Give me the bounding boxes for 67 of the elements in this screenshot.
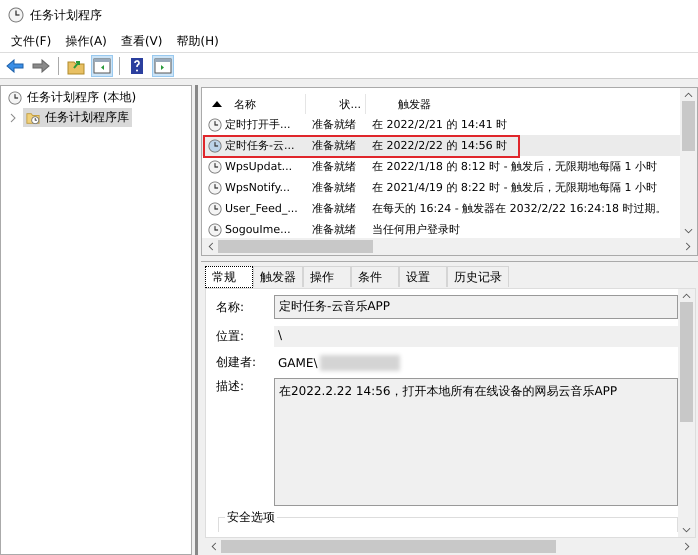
table-cell-text: 在 2022/2/21 的 14:41 时: [371, 117, 508, 132]
tab[interactable]: 条件: [351, 266, 399, 287]
task-name[interactable]: SogouIme...: [225, 223, 291, 236]
clock-icon: [208, 222, 222, 236]
scroll-left-icon[interactable]: [208, 242, 214, 251]
pane-toggle-icon[interactable]: [152, 54, 174, 76]
table-cell-text: 准备就绪: [311, 117, 357, 132]
task-name[interactable]: User_Feed_...: [225, 202, 298, 215]
tab[interactable]: 触发器: [253, 266, 303, 287]
column-header[interactable]: 状...: [306, 94, 366, 114]
field-label: 位置:: [216, 328, 246, 345]
table-cell-text: 准备就绪: [311, 222, 357, 237]
scroll-right-icon[interactable]: [685, 242, 691, 251]
tree-item[interactable]: 任务计划程序库: [23, 108, 132, 127]
scroll-right-icon[interactable]: [684, 542, 690, 551]
task-name[interactable]: WpsNotify...: [225, 181, 290, 194]
author-value: GAME\: [277, 356, 318, 370]
tree-item[interactable]: 任务计划程序 (本地): [5, 88, 187, 107]
scroll-up-icon[interactable]: [684, 92, 693, 98]
tab[interactable]: 常规: [205, 266, 253, 288]
task-name[interactable]: 定时打开手...: [225, 117, 290, 132]
horizontal-scrollbar[interactable]: [202, 238, 697, 255]
scroll-down-icon[interactable]: [684, 228, 693, 234]
table-cell-text: 准备就绪: [311, 159, 357, 174]
field-label: 创建者:: [216, 354, 258, 371]
menu-item[interactable]: 文件(F): [4, 32, 58, 50]
clock-icon: [208, 202, 222, 216]
vertical-scrollbar[interactable]: [680, 88, 697, 238]
vertical-scrollbar[interactable]: [678, 289, 695, 537]
field-label: 描述:: [216, 378, 246, 395]
pane-toggle-icon[interactable]: [91, 54, 113, 76]
table-cell-text: 在每天的 16:24 - 触发器在 2032/2/22 16:24:18 时过期。: [371, 201, 668, 216]
expand-chevron-icon[interactable]: [9, 112, 17, 122]
folder-clock-icon: [26, 110, 40, 124]
clock-icon: [208, 118, 222, 132]
scroll-left-icon[interactable]: [211, 542, 217, 551]
table-cell-text: 在 2022/2/22 的 14:56 时: [371, 138, 508, 153]
column-header[interactable]: 名称: [202, 94, 306, 114]
table-cell-text: 准备就绪: [311, 138, 357, 153]
description-field[interactable]: 在2022.2.22 14:56，打开本地所有在线设备的网易云音乐APP: [274, 378, 678, 506]
field-label: 名称:: [216, 298, 246, 316]
name-field[interactable]: 定时任务-云音乐APP: [274, 295, 678, 319]
table-cell-text: 在 2021/4/19 的 8:22 时 - 触发后，无限期地每隔 1 小时: [371, 180, 658, 195]
menu-item[interactable]: 操作(A): [58, 32, 114, 50]
task-name[interactable]: 定时任务-云...: [225, 138, 294, 153]
menu-item[interactable]: 帮助(H): [169, 32, 226, 50]
clock-icon: [208, 160, 222, 174]
clock-icon: [8, 7, 24, 23]
table-cell-text: 在 2022/1/18 的 8:12 时 - 触发后，无限期地每隔 1 小时: [371, 159, 658, 174]
scroll-down-icon[interactable]: [682, 527, 691, 533]
table-cell-text: 准备就绪: [311, 180, 357, 195]
clock-icon: [8, 90, 22, 104]
column-header[interactable]: 触发器: [366, 94, 680, 114]
tab[interactable]: 设置: [399, 266, 447, 287]
window-title: 任务计划程序: [30, 6, 102, 24]
clock-icon: [208, 180, 222, 194]
task-name[interactable]: WpsUpdat...: [225, 160, 292, 173]
scroll-up-icon[interactable]: [682, 293, 691, 299]
clock-icon: [208, 138, 222, 152]
table-cell-text: 准备就绪: [311, 201, 357, 216]
tab[interactable]: 历史记录: [447, 266, 509, 287]
menu-item[interactable]: 查看(V): [114, 32, 170, 50]
sort-arrow-icon: [212, 101, 222, 107]
tab[interactable]: 操作: [303, 266, 351, 287]
table-cell-text: 当任何用户登录时: [371, 222, 461, 237]
group-title: 安全选项: [225, 509, 277, 526]
location-field[interactable]: \: [274, 326, 678, 347]
